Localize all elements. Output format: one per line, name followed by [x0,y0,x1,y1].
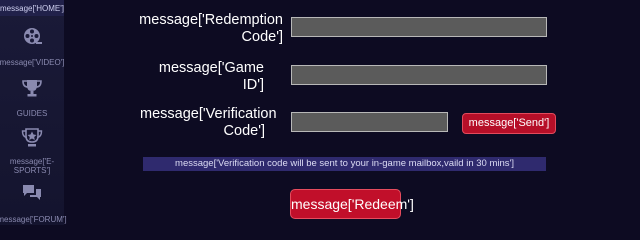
trophy-icon [21,78,43,103]
film-reel-icon [22,26,42,51]
chat-bubbles-icon [21,183,43,208]
sidebar-item-label: GUIDES [16,109,48,118]
verification-code-label: message['Verification Code'] [140,106,277,139]
esports-trophy-icon [21,128,43,153]
sidebar-item-label: message['VIDEO'] [0,58,65,67]
sidebar-item-guides[interactable]: GUIDES [0,78,64,118]
sidebar-item-forum[interactable]: message['FORUM'] [0,183,67,224]
send-code-button[interactable]: message['Send'] [462,113,556,134]
sidebar-item-label: message['E-SPORTS'] [9,157,55,175]
game-id-label: message['Game ID'] [158,60,264,93]
verification-code-input[interactable] [291,112,448,132]
sidebar-item-label: message['HOME'] [0,3,64,13]
redemption-code-label: message['Redemption Code'] [139,12,283,45]
game-id-input[interactable] [291,65,547,85]
redemption-code-input[interactable] [291,17,547,37]
sidebar-item-home[interactable]: message['HOME'] [0,0,64,16]
sidebar-item-label: message['FORUM'] [0,215,67,224]
verification-notice: message['Verification code will be sent … [143,157,546,171]
sidebar-nav: message['HOME'] message['VIDEO'] GUIDES … [0,0,67,225]
sidebar-item-e-sports[interactable]: message['E-SPORTS'] [0,128,64,175]
sidebar-item-video[interactable]: message['VIDEO'] [0,26,64,67]
redeem-button[interactable]: message['Redeem'] [290,189,414,219]
